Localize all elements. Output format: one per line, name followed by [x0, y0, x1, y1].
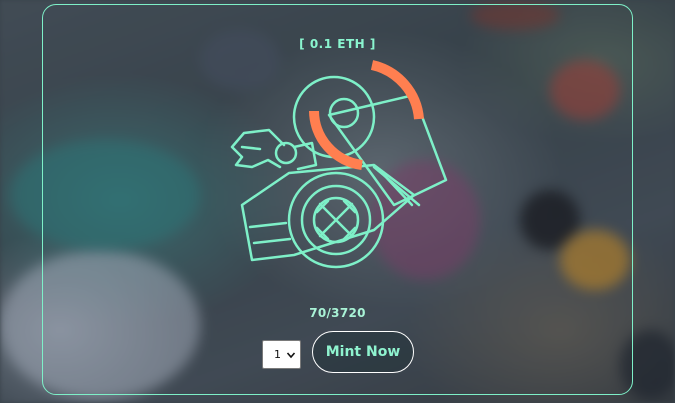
quantity-select[interactable]: 1 — [262, 340, 301, 369]
chevron-down-icon — [286, 352, 296, 359]
cannon-icon — [230, 60, 448, 269]
quantity-value: 1 — [274, 348, 281, 361]
price-label: [ 0.1 ETH ] — [299, 37, 376, 51]
mint-now-button[interactable]: Mint Now — [312, 331, 414, 373]
supply-counter: 70/3720 — [309, 306, 366, 320]
